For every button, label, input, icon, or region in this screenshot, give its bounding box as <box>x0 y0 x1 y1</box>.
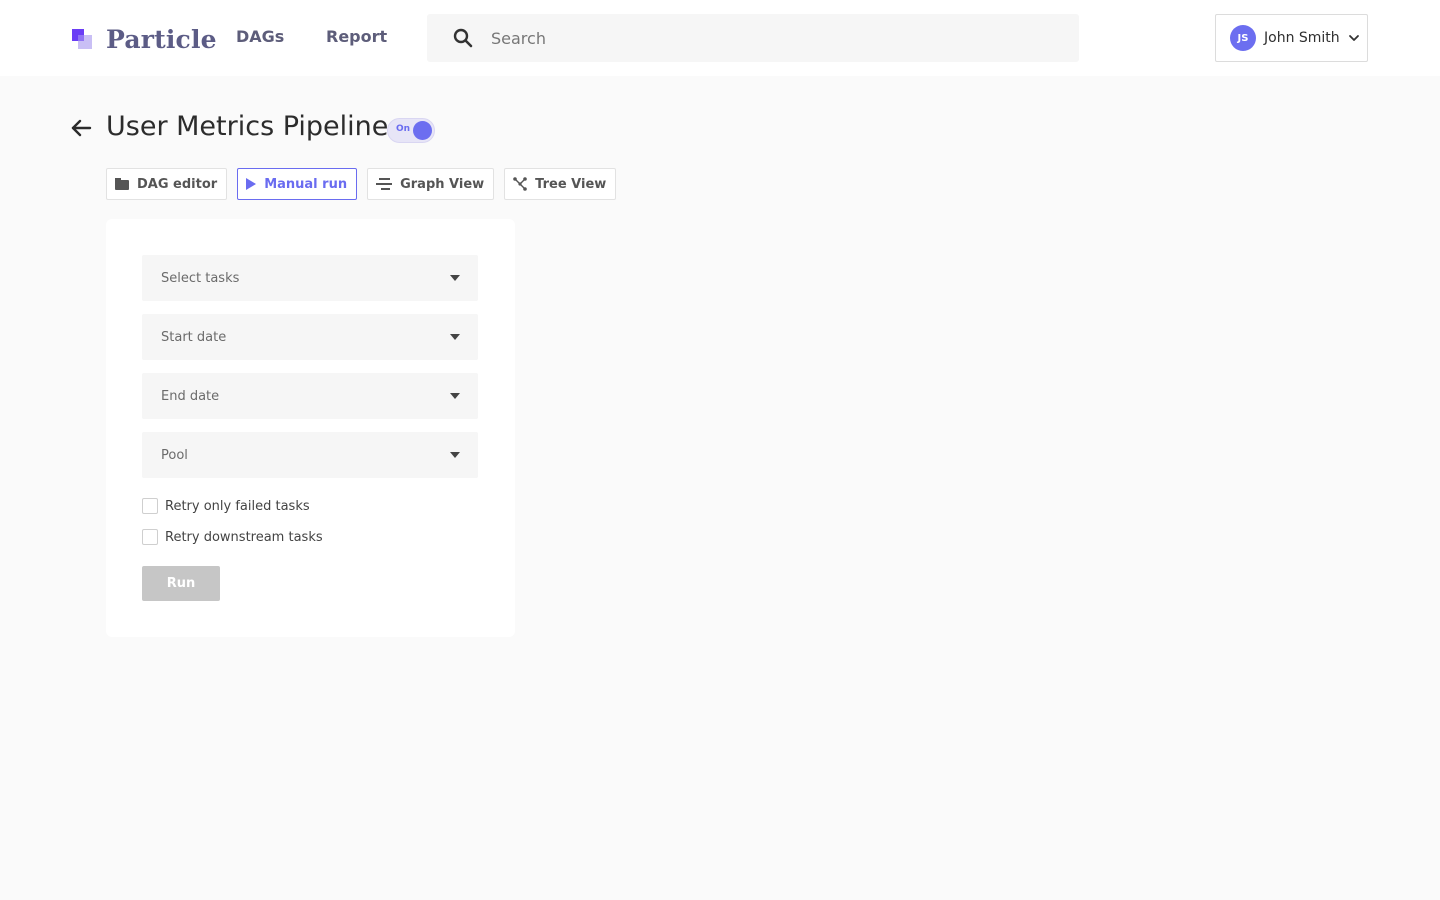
retry-failed-checkbox[interactable] <box>142 498 158 514</box>
select-tasks-dropdown[interactable]: Select tasks <box>142 255 478 301</box>
select-placeholder: End date <box>161 388 220 404</box>
app-name: Particle <box>106 24 217 54</box>
manual-run-form: Select tasks Start date End date Pool Re… <box>106 219 515 637</box>
top-bar: Particle DAGs Report JS John Smith <box>0 0 1440 76</box>
nav-dags[interactable]: DAGs <box>236 27 284 46</box>
tab-label: Manual run <box>264 176 348 192</box>
caret-down-icon <box>450 393 460 399</box>
pool-dropdown[interactable]: Pool <box>142 432 478 478</box>
select-placeholder: Pool <box>161 447 188 463</box>
tab-graph-view[interactable]: Graph View <box>367 168 495 200</box>
view-tabs: DAG editor Manual run Graph View Tree Vi… <box>106 168 626 200</box>
tab-dag-editor[interactable]: DAG editor <box>106 168 228 200</box>
chevron-down-icon <box>1348 35 1359 41</box>
search-bar[interactable] <box>427 14 1079 62</box>
nav-report[interactable]: Report <box>326 27 387 46</box>
caret-down-icon <box>450 275 460 281</box>
tab-label: Tree View <box>535 176 607 192</box>
select-placeholder: Select tasks <box>161 270 240 286</box>
caret-down-icon <box>450 334 460 340</box>
page-title: User Metrics Pipeline <box>106 111 389 142</box>
checkbox-label: Retry only failed tasks <box>165 498 310 514</box>
graph-icon <box>376 178 393 190</box>
retry-downstream-checkbox[interactable] <box>142 529 158 545</box>
caret-down-icon <box>450 452 460 458</box>
tab-tree-view[interactable]: Tree View <box>504 168 617 200</box>
search-input[interactable] <box>489 27 1049 49</box>
tab-label: DAG editor <box>137 176 218 192</box>
back-arrow-icon[interactable] <box>69 116 93 140</box>
end-date-dropdown[interactable]: End date <box>142 373 478 419</box>
run-button[interactable]: Run <box>142 566 220 601</box>
retry-downstream-option[interactable]: Retry downstream tasks <box>142 529 323 545</box>
toggle-label: On <box>396 124 411 134</box>
tab-manual-run[interactable]: Manual run <box>237 168 358 200</box>
search-icon <box>453 28 473 48</box>
toggle-knob <box>413 121 432 140</box>
logo-icon <box>72 29 92 49</box>
checkbox-label: Retry downstream tasks <box>165 529 323 545</box>
retry-failed-option[interactable]: Retry only failed tasks <box>142 498 310 514</box>
select-placeholder: Start date <box>161 329 227 345</box>
app-logo[interactable]: Particle <box>72 24 217 54</box>
avatar: JS <box>1230 25 1256 51</box>
play-icon <box>246 178 257 190</box>
user-menu[interactable]: JS John Smith <box>1215 14 1368 62</box>
tree-icon <box>513 177 527 191</box>
user-name: John Smith <box>1264 30 1340 46</box>
dag-on-toggle[interactable]: On <box>387 118 435 143</box>
tab-label: Graph View <box>400 176 485 192</box>
folder-icon <box>115 178 129 190</box>
start-date-dropdown[interactable]: Start date <box>142 314 478 360</box>
